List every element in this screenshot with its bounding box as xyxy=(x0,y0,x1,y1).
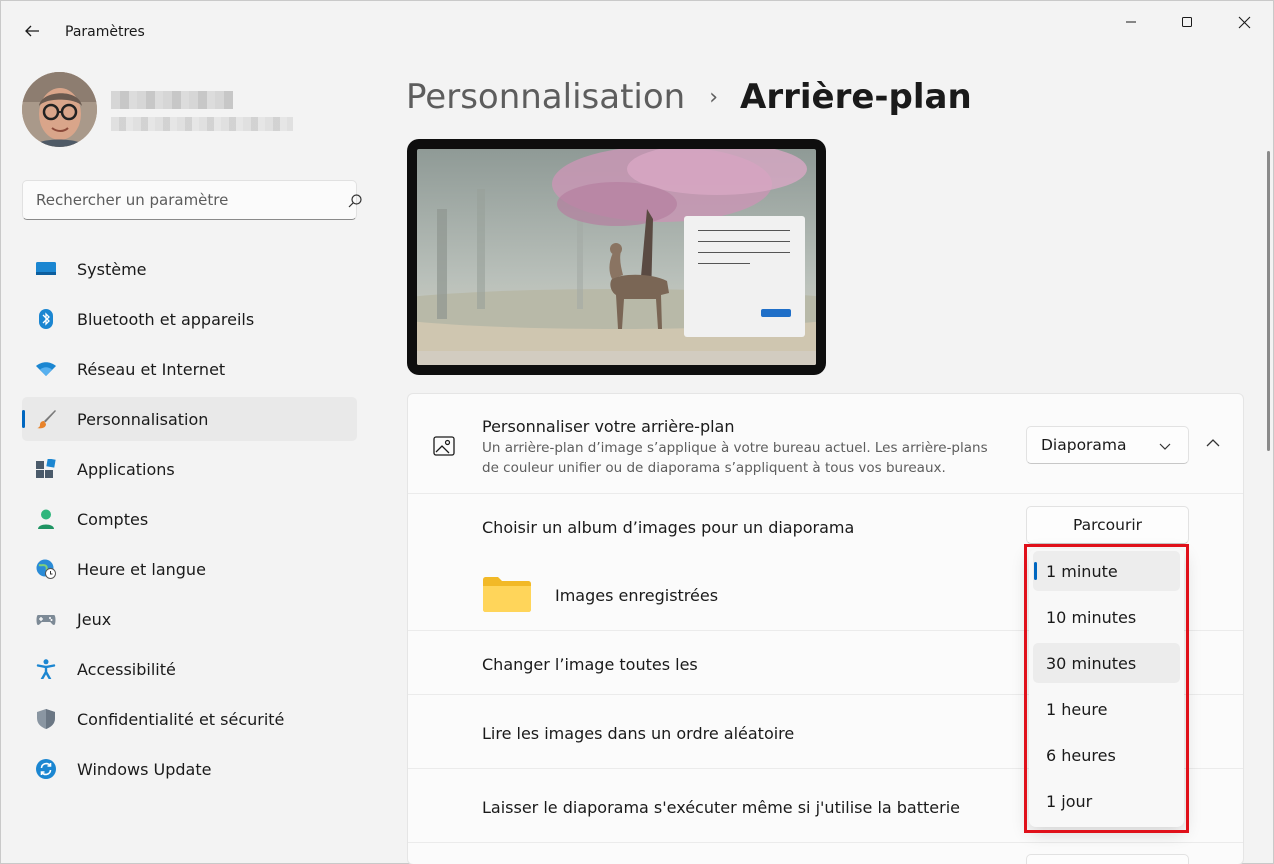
shield-icon xyxy=(37,709,55,729)
page-title: Arrière-plan xyxy=(740,77,972,117)
interval-option-label: 30 minutes xyxy=(1046,654,1137,673)
sidebar-item-reseau[interactable]: Réseau et Internet xyxy=(22,347,357,391)
chevron-down-icon xyxy=(1159,443,1171,450)
accessibility-icon xyxy=(36,659,56,679)
shuffle-label: Lire les images dans un ordre aléatoire xyxy=(482,724,795,743)
preview-window-button xyxy=(761,309,791,317)
sidebar-item-bluetooth[interactable]: Bluetooth et appareils xyxy=(22,297,357,341)
bluetooth-icon xyxy=(39,309,53,329)
desktop-preview xyxy=(407,139,826,375)
person-icon xyxy=(38,509,54,529)
folder-icon xyxy=(483,577,531,612)
app-title: Paramètres xyxy=(65,24,145,40)
breadcrumb-separator: › xyxy=(709,84,719,110)
maximize-icon xyxy=(1182,17,1192,27)
divider xyxy=(408,842,1243,843)
search-box[interactable] xyxy=(22,180,362,220)
folder-label: Images enregistrées xyxy=(555,586,719,605)
sidebar-item-label: Réseau et Internet xyxy=(77,360,226,379)
minimize-button[interactable] xyxy=(1103,7,1159,37)
settings-window: Paramètres S xyxy=(0,0,1274,864)
sidebar-item-systeme[interactable]: Système xyxy=(22,247,357,291)
sidebar-item-label: Personnalisation xyxy=(77,410,209,429)
wifi-icon xyxy=(36,362,56,376)
sidebar-item-label: Accessibilité xyxy=(77,660,176,679)
sidebar-item-label: Bluetooth et appareils xyxy=(77,310,255,329)
sidebar-item-accessibilite[interactable]: Accessibilité xyxy=(22,647,357,691)
interval-option-1-jour[interactable]: 1 jour xyxy=(1033,781,1180,821)
avatar-photo-icon xyxy=(22,72,97,147)
globe-clock-icon xyxy=(36,559,56,579)
interval-option-6-heures[interactable]: 6 heures xyxy=(1033,735,1180,775)
card-title: Personnaliser votre arrière-plan xyxy=(482,417,735,436)
background-type-select[interactable]: Diaporama xyxy=(1026,426,1189,464)
arrow-left-icon xyxy=(25,25,39,37)
interval-option-30-minutes[interactable]: 30 minutes xyxy=(1033,643,1180,683)
sidebar-item-applications[interactable]: Applications xyxy=(22,447,357,491)
sidebar-item-label: Confidentialité et sécurité xyxy=(77,710,285,729)
sidebar-item-label: Windows Update xyxy=(77,760,212,779)
sidebar-item-label: Système xyxy=(77,260,147,279)
interval-option-10-minutes[interactable]: 10 minutes xyxy=(1033,597,1180,637)
album-label: Choisir un album d’images pour un diapor… xyxy=(482,518,855,537)
preview-window xyxy=(684,216,805,337)
interval-option-label: 10 minutes xyxy=(1046,608,1137,627)
search-input[interactable] xyxy=(36,189,316,211)
sidebar-nav: Système Bluetooth et appareils Réseau et… xyxy=(22,247,357,797)
breadcrumb: Personnalisation › Arrière-plan xyxy=(406,75,972,119)
divider xyxy=(408,493,1243,494)
interval-option-label: 1 heure xyxy=(1046,700,1108,719)
apps-icon xyxy=(36,459,56,478)
sidebar-item-jeux[interactable]: Jeux xyxy=(22,597,357,641)
interval-option-label: 1 jour xyxy=(1046,792,1093,811)
background-type-value: Diaporama xyxy=(1041,436,1127,454)
scrollbar[interactable] xyxy=(1267,151,1270,451)
sidebar-item-windows-update[interactable]: Windows Update xyxy=(22,747,357,791)
maximize-button[interactable] xyxy=(1159,7,1215,37)
interval-option-1-minute[interactable]: 1 minute xyxy=(1033,551,1180,591)
sidebar-item-confidentialite[interactable]: Confidentialité et sécurité xyxy=(22,697,357,741)
card-description: Un arrière-plan d’image s’applique à vot… xyxy=(482,440,988,476)
browse-button[interactable]: Parcourir xyxy=(1026,506,1189,544)
next-row-control[interactable] xyxy=(1026,854,1189,864)
preview-taskbar xyxy=(417,351,816,365)
back-button[interactable] xyxy=(15,17,49,45)
update-icon xyxy=(36,759,56,779)
image-icon xyxy=(433,436,455,456)
battery-label: Laisser le diaporama s'exécuter même si … xyxy=(482,798,960,817)
sidebar-item-comptes[interactable]: Comptes xyxy=(22,497,357,541)
close-button[interactable] xyxy=(1216,7,1272,37)
interval-option-label: 1 minute xyxy=(1046,562,1118,581)
search-icon[interactable] xyxy=(346,192,364,210)
breadcrumb-parent[interactable]: Personnalisation xyxy=(406,77,685,117)
chevron-up-icon[interactable] xyxy=(1204,434,1222,452)
interval-option-1-heure[interactable]: 1 heure xyxy=(1033,689,1180,729)
sidebar-item-label: Heure et langue xyxy=(77,560,206,579)
minimize-icon xyxy=(1126,21,1136,23)
gamepad-icon xyxy=(36,615,56,625)
profile-name-blurred xyxy=(111,91,233,109)
sidebar-item-label: Jeux xyxy=(77,610,112,629)
close-icon xyxy=(1238,16,1250,28)
sidebar-item-personnalisation[interactable]: Personnalisation xyxy=(22,397,357,441)
profile-email-blurred xyxy=(111,117,293,131)
sidebar-item-label: Applications xyxy=(77,460,175,479)
interval-dropdown-menu: 1 minute 10 minutes 30 minutes 1 heure 6… xyxy=(1029,549,1184,827)
change-interval-label: Changer l’image toutes les xyxy=(482,655,698,674)
monitor-icon xyxy=(36,262,56,275)
title-bar: Paramètres xyxy=(1,1,1273,45)
sidebar-item-label: Comptes xyxy=(77,510,149,529)
brush-icon xyxy=(37,410,56,429)
interval-option-label: 6 heures xyxy=(1046,746,1116,765)
avatar[interactable] xyxy=(22,72,97,147)
wallpaper-preview xyxy=(417,149,816,365)
sidebar-item-heure[interactable]: Heure et langue xyxy=(22,547,357,591)
